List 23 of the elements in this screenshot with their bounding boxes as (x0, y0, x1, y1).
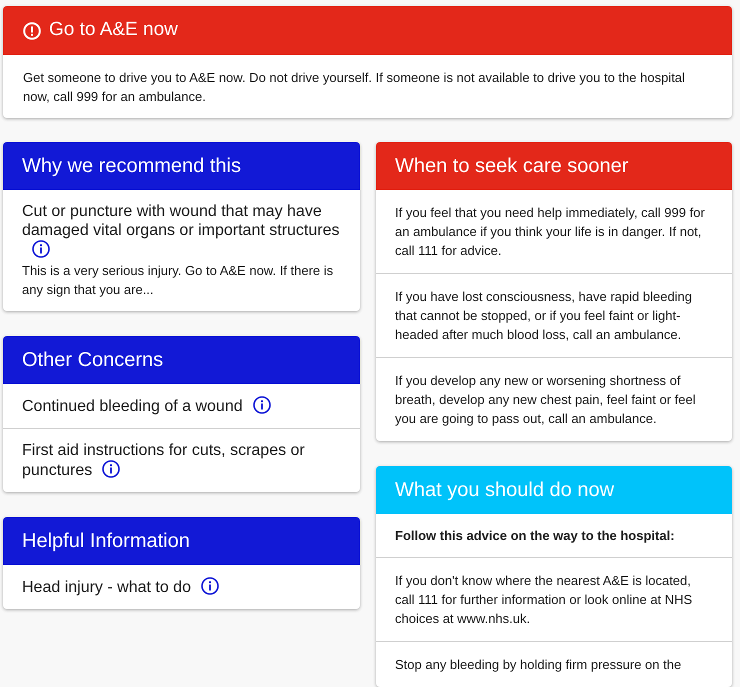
info-icon[interactable] (32, 240, 50, 258)
panel-title: Why we recommend this (22, 154, 241, 179)
alert-icon (23, 22, 41, 40)
alert-title: Go to A&E now (49, 18, 178, 42)
advice-text: If you don't know where the nearest A&E is located, call 111 for further information or look online at NHS choices at www.nhs.uk. (395, 572, 694, 628)
panel-title: When to seek care sooner (395, 154, 628, 179)
panel-title: What you should do now (395, 478, 614, 503)
panel-title: Other Concerns (22, 348, 164, 373)
advice-text: Stop any bleeding by holding firm pressure on the (395, 656, 682, 674)
concern-link[interactable]: Continued bleeding of a wound (22, 396, 341, 416)
info-icon[interactable] (200, 577, 219, 595)
advice-heading: Follow this advice on the way to the hospital: (395, 527, 676, 545)
info-icon[interactable] (102, 460, 120, 478)
advice-text: If you have lost consciousness, have rapid bleeding that cannot be stopped, or if you feel faint or light-headed after much blood loss, call an ambulance. (395, 288, 694, 344)
advice-text: If you feel that you need help immediately, call 999 for an ambulance if you think your life is in danger. If not, call 111 for advice. (395, 204, 706, 260)
concern-link[interactable]: Cut or puncture with wound that may have damaged vital organs or important structures (22, 202, 341, 260)
concern-link[interactable]: First aid instructions for cuts, scrapes or punctures (22, 441, 341, 480)
alert-message: Get someone to drive you to A&E now. Do not drive yourself. If someone is not available to drive you to the hospital now, call 999 for an ambulance. (22, 69, 686, 106)
advice-text: If you develop any new or worsening shortness of breath, develop any new chest pain, feel faint or feel you are going to pass out, call an ambulance. (395, 372, 697, 428)
concern-note: This is a very serious injury. Go to A&E now. If there is any sign that you are... (22, 262, 334, 299)
concern-link[interactable]: Head injury - what to do (22, 577, 341, 597)
panel-title: Helpful Information (22, 529, 190, 554)
info-icon[interactable] (252, 396, 271, 414)
